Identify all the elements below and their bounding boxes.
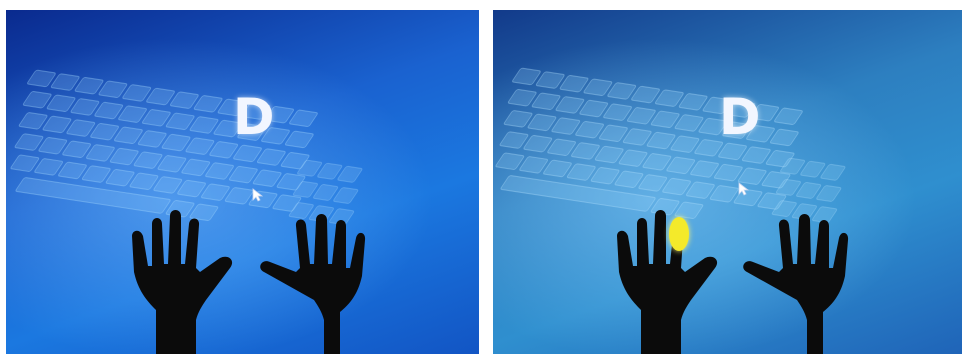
right-hand-icon xyxy=(260,214,366,354)
left-hand-icon xyxy=(617,210,718,354)
screen-after: D xyxy=(493,10,962,354)
right-hand-icon xyxy=(743,214,849,354)
finger-highlight xyxy=(669,217,689,251)
screen-before: D xyxy=(6,10,479,354)
left-hand-icon xyxy=(132,210,233,354)
hands-silhouette xyxy=(132,210,366,354)
hands-silhouette xyxy=(617,210,849,354)
